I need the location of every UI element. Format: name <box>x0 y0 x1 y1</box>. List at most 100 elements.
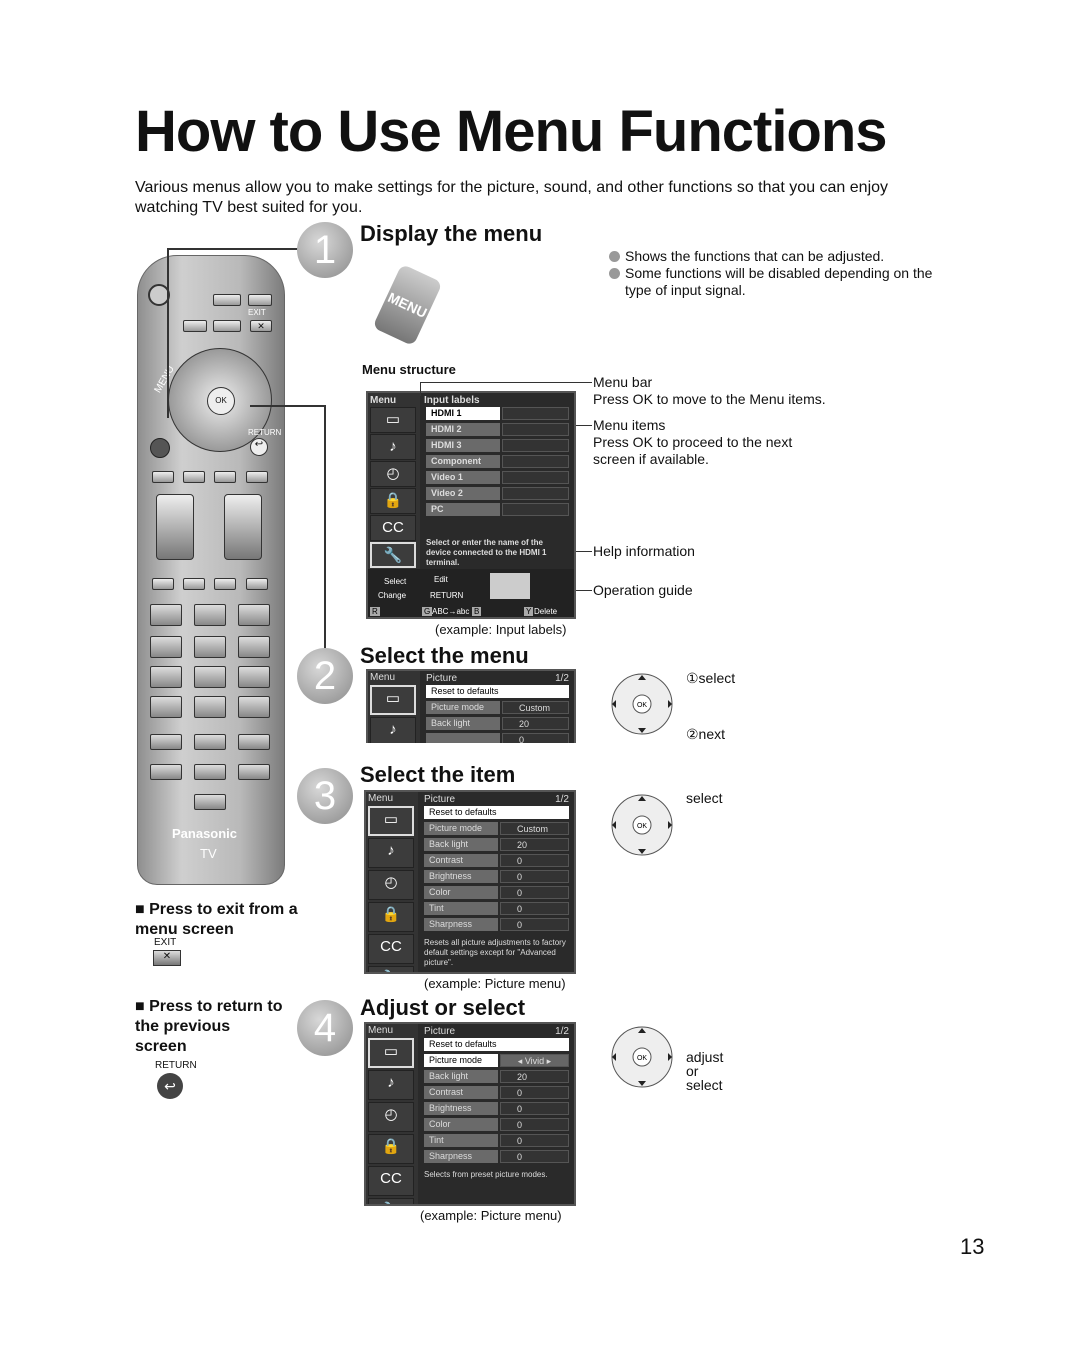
menu-icon-0[interactable]: ▭ <box>370 685 416 715</box>
step1-notes: Shows the functions that can be adjusted… <box>609 248 939 299</box>
return-key-label: RETURN <box>155 1060 197 1071</box>
menu-row[interactable]: Back light 20 <box>426 717 569 730</box>
remote-control: EXIT ✕ OK MENU RETURN ↩ Panasonic TV <box>137 255 285 885</box>
menu-row[interactable]: Picture mode Custom <box>426 701 569 714</box>
menu-row[interactable]: Sharpness 0 <box>424 918 569 931</box>
menu-key-hand-icon: MENU <box>365 263 443 350</box>
page-indicator: 1/2 <box>555 673 569 684</box>
picture-menu-screen: ▭♪◴🔒CC🔧MenuPicture1/2Reset to defaultsPi… <box>366 669 576 743</box>
return-button[interactable]: ↩ <box>250 438 268 456</box>
menu-icon-3[interactable]: 🔒 <box>368 902 414 932</box>
help-text: Selects from preset picture modes. <box>424 1170 548 1179</box>
picture-menu-screen: ▭♪◴🔒CC 🔧 Menu Picture 1/2Reset to defaults Pi… <box>364 1022 576 1206</box>
menu-row[interactable]: Reset to defaults <box>424 1038 569 1051</box>
menu-icon-4[interactable]: CC <box>368 934 414 964</box>
menu-icon-5[interactable]: 🔧 <box>368 966 414 972</box>
menu-icon-4[interactable]: CC <box>370 515 416 541</box>
menu-icon-4[interactable]: CC <box>368 1166 414 1196</box>
input-label-row[interactable]: HDMI 2 <box>426 423 569 436</box>
menu-row[interactable]: Sharpness 0 <box>424 1150 569 1163</box>
menu-row[interactable]: Reset to defaults <box>426 685 569 698</box>
menu-row[interactable]: Picture mode Custom <box>424 822 569 835</box>
input-label-row[interactable]: PC <box>426 503 569 516</box>
intro-text: Various menus allow you to make settings… <box>135 179 889 216</box>
dpad-icon: OK <box>610 1025 674 1089</box>
page-indicator: 1/2 <box>555 794 569 805</box>
ok-button[interactable]: OK <box>207 387 235 415</box>
input-label-row[interactable]: Video 2 <box>426 487 569 500</box>
menu-row[interactable]: Color 0 <box>424 1118 569 1131</box>
menu-icon-1[interactable]: ♪ <box>370 717 416 743</box>
picture-menu-screen: ▭♪◴🔒CC🔧MenuPicture1/2Reset to defaultsPi… <box>364 790 576 974</box>
step-number: 1 <box>297 222 353 278</box>
menu-icon-0[interactable]: ▭ <box>368 806 414 836</box>
menu-icon-1[interactable]: ♪ <box>368 838 414 868</box>
dpad-icon: OK <box>610 672 674 736</box>
input-label-row[interactable]: HDMI 1 <box>426 407 569 420</box>
menu-icon-2[interactable]: ◴ <box>368 1102 414 1132</box>
svg-text:OK: OK <box>637 1055 647 1062</box>
menu-icon-5[interactable]: 🔧 <box>370 542 416 568</box>
return-key-icon: ↩ <box>157 1073 183 1099</box>
menu-row[interactable]: Back light 20 <box>424 838 569 851</box>
menu-icon-5[interactable]: 🔧 <box>368 1198 414 1204</box>
menu-row[interactable]: Color 0 <box>424 886 569 899</box>
menu-icon-1[interactable]: ♪ <box>370 434 416 460</box>
input-labels-screen: Menu Input labels HDMI 1 HDMI 2 HDMI 3 Comp… <box>366 391 576 619</box>
menu-icon-2[interactable]: ◴ <box>370 461 416 487</box>
input-label-row[interactable]: Component <box>426 455 569 468</box>
exit-button[interactable]: ✕ <box>250 320 272 332</box>
menu-icon-0[interactable]: ▭ <box>370 407 416 433</box>
svg-text:OK: OK <box>637 823 647 830</box>
menu-row[interactable]: 0 <box>426 733 569 743</box>
menu-row[interactable]: Brightness 0 <box>424 1102 569 1115</box>
input-label-row[interactable]: HDMI 3 <box>426 439 569 452</box>
screen-title: Picture <box>424 1026 456 1037</box>
tv-label: TV <box>200 846 217 861</box>
select-label: select <box>686 790 723 806</box>
page-title: How to Use Menu Functions <box>135 99 888 164</box>
step-heading: Select the item <box>360 762 516 787</box>
page-indicator: 1/2 <box>555 1026 569 1037</box>
next-label: ②next <box>686 726 726 742</box>
exit-key-icon: ✕ <box>153 950 181 966</box>
menu-row[interactable]: Tint 0 <box>424 902 569 915</box>
select-label: ①select <box>686 670 736 686</box>
callout-menu-items: Menu items Press OK to proceed to the nex… <box>593 417 793 467</box>
operation-guide: Select Change Edit RETURN R G ABC→abc B … <box>368 569 574 617</box>
menu-row[interactable]: Tint 0 <box>424 1134 569 1147</box>
channel-rocker[interactable] <box>224 494 262 560</box>
input-label-row[interactable]: Video 1 <box>426 471 569 484</box>
menu-row[interactable]: Brightness 0 <box>424 870 569 883</box>
step-heading: Select the menu <box>360 643 529 668</box>
menu-icon-2[interactable]: ◴ <box>368 870 414 900</box>
help-text: Resets all picture adjustments to factor… <box>424 938 566 967</box>
exit-key-label: EXIT <box>154 937 177 948</box>
menu-row[interactable]: Contrast 0 <box>424 1086 569 1099</box>
menu-icon-1[interactable]: ♪ <box>368 1070 414 1100</box>
menu-row[interactable]: Back light 20 <box>424 1070 569 1083</box>
menu-icon-3[interactable]: 🔒 <box>368 1134 414 1164</box>
callout-menu-bar: Menu bar Press OK to move to the Menu ite… <box>593 374 826 407</box>
caption: (example: Input labels) <box>435 622 567 637</box>
caption: (example: Picture menu) <box>420 1208 562 1223</box>
menu-label: Menu <box>368 793 394 804</box>
callout-guide: Operation guide <box>593 582 693 598</box>
menu-row[interactable]: Reset to defaults <box>424 806 569 819</box>
return-label: RETURN <box>248 428 282 437</box>
step-number: 2 <box>297 648 353 704</box>
menu-row[interactable]: Contrast 0 <box>424 854 569 867</box>
menu-row[interactable]: Picture mode ◂ Vivid ▸ <box>424 1054 569 1067</box>
screen-title: Picture <box>426 673 458 684</box>
help-text: Select or enter the name of the device c… <box>426 538 547 567</box>
menu-icon-0[interactable]: ▭ <box>368 1038 414 1068</box>
menu-label: Menu <box>370 672 396 683</box>
volume-rocker[interactable] <box>156 494 194 560</box>
menu-icon-3[interactable]: 🔒 <box>370 488 416 514</box>
menu-label: Menu <box>368 1025 394 1036</box>
exit-heading: ■ Press to exit from a menu screen <box>135 901 298 938</box>
svg-text:OK: OK <box>637 702 647 709</box>
step-number: 4 <box>297 1000 353 1056</box>
return-heading: ■ Press to return to the previous screen <box>135 998 283 1055</box>
exit-label: EXIT <box>248 308 266 317</box>
